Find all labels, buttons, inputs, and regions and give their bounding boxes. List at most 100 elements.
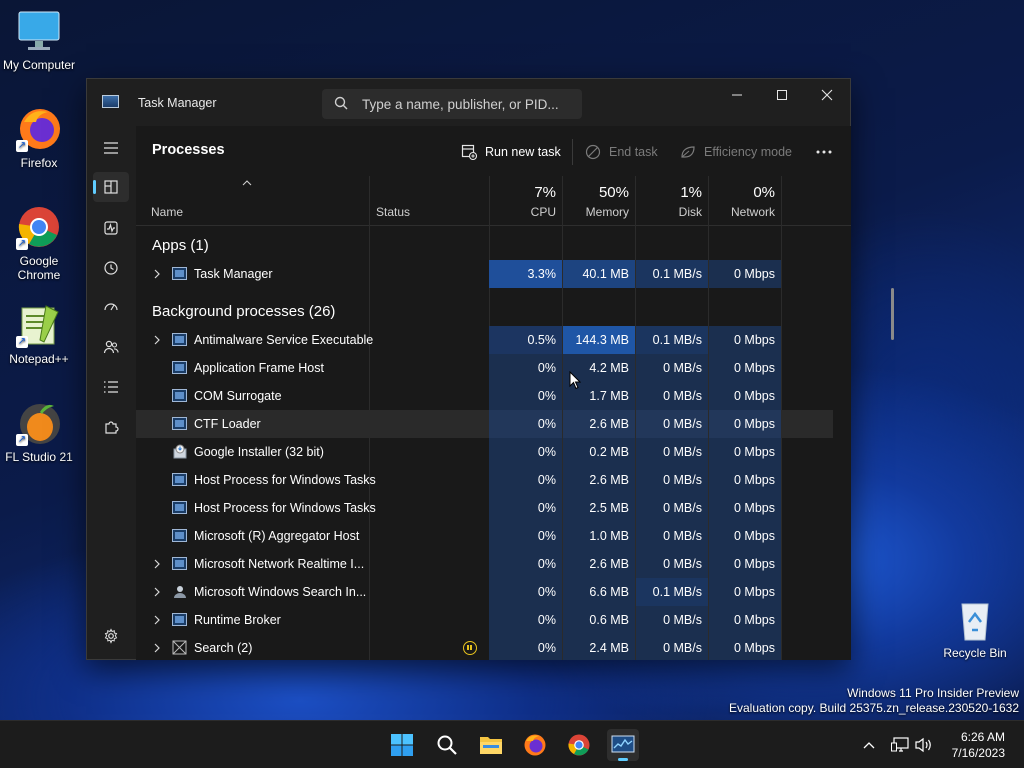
clock[interactable]: 6:26 AM 7/16/2023 <box>952 729 1005 761</box>
disk-cell: 0 MB/s <box>636 382 708 410</box>
table-row[interactable]: Antimalware Service Executable 0.5% 144.… <box>136 326 833 354</box>
desktop-icon-google-chrome[interactable]: ↗ Google Chrome <box>0 204 78 282</box>
hamburger-menu-button[interactable] <box>93 133 129 163</box>
minimize-button[interactable] <box>714 79 760 111</box>
folder-icon <box>480 737 502 754</box>
network-cell: 0 Mbps <box>709 494 781 522</box>
table-row[interactable]: Host Process for Windows Tasks 0% 2.5 MB… <box>136 494 833 522</box>
services-puzzle-icon <box>105 421 119 434</box>
taskbar-chrome[interactable] <box>563 729 595 761</box>
cpu-cell: 0% <box>489 634 562 660</box>
search-box[interactable] <box>322 89 582 119</box>
efficiency-mode-button[interactable]: Efficiency mode <box>680 140 792 164</box>
cpu-cell: 0% <box>489 494 562 522</box>
network-cell: 0 Mbps <box>709 606 781 634</box>
desktop-icon-recycle-bin[interactable]: Recycle Bin <box>936 596 1014 660</box>
table-row[interactable]: CTF Loader 0% 2.6 MB 0 MB/s 0 Mbps <box>136 410 833 438</box>
chevron-right-icon[interactable] <box>152 642 162 654</box>
more-options-button[interactable] <box>816 140 832 164</box>
nav-settings[interactable] <box>93 621 129 651</box>
run-new-task-label: Run new task <box>485 145 561 159</box>
network-cell: 0 Mbps <box>709 550 781 578</box>
taskbar-task-manager[interactable] <box>607 729 639 761</box>
table-row[interactable]: Microsoft (R) Aggregator Host 0% 1.0 MB … <box>136 522 833 550</box>
memory-cell: 1.0 MB <box>563 522 635 550</box>
process-name: Microsoft (R) Aggregator Host <box>194 529 360 543</box>
details-list-icon <box>104 381 118 393</box>
desktop-icon-my-computer[interactable]: My Computer <box>0 8 78 72</box>
memory-cell: 40.1 MB <box>563 260 635 288</box>
table-row[interactable]: Application Frame Host 0% 4.2 MB 0 MB/s … <box>136 354 833 382</box>
table-row[interactable]: Google Installer (32 bit) 0% 0.2 MB 0 MB… <box>136 438 833 466</box>
hamburger-icon <box>104 142 118 154</box>
taskbar: 6:26 AM 7/16/2023 <box>0 720 1024 768</box>
cpu-cell: 0% <box>489 466 562 494</box>
taskbar-search-button[interactable] <box>431 729 463 761</box>
nav-startup-apps[interactable] <box>93 292 129 322</box>
settings-gear-icon <box>104 628 118 644</box>
chevron-right-icon[interactable] <box>152 334 162 346</box>
column-header-name[interactable]: Name <box>136 176 369 226</box>
network-status-button[interactable] <box>889 721 911 768</box>
maximize-button[interactable] <box>759 79 805 111</box>
table-row[interactable]: Microsoft Network Realtime I... 0% 2.6 M… <box>136 550 833 578</box>
column-header-memory[interactable]: 50% Memory <box>563 176 635 226</box>
nav-processes[interactable] <box>93 172 129 202</box>
history-icon <box>104 261 118 275</box>
column-network-label: Network <box>730 205 775 219</box>
taskbar-file-explorer[interactable] <box>475 729 507 761</box>
table-row[interactable]: COM Surrogate 0% 1.7 MB 0 MB/s 0 Mbps <box>136 382 833 410</box>
more-ellipsis-icon <box>816 150 832 154</box>
chevron-right-icon[interactable] <box>152 614 162 626</box>
memory-cell: 0.6 MB <box>563 606 635 634</box>
desktop-icon-notepad-plus-plus[interactable]: ↗ Notepad++ <box>0 302 78 366</box>
disk-cell: 0 MB/s <box>636 494 708 522</box>
process-name: Task Manager <box>194 267 273 281</box>
table-row[interactable]: Task Manager 3.3% 40.1 MB 0.1 MB/s 0 Mbp… <box>136 260 833 288</box>
nav-users[interactable] <box>93 332 129 362</box>
disk-cell: 0 MB/s <box>636 550 708 578</box>
close-button[interactable] <box>804 79 850 111</box>
disk-cell: 0.1 MB/s <box>636 578 708 606</box>
vertical-scrollbar[interactable] <box>891 288 894 340</box>
show-hidden-icons-button[interactable] <box>857 721 881 768</box>
column-header-network[interactable]: 0% Network <box>709 176 781 226</box>
desktop-icon-label: Firefox <box>20 156 58 170</box>
process-icon <box>172 361 187 374</box>
volume-button[interactable] <box>913 721 935 768</box>
chevron-right-icon[interactable] <box>152 558 162 570</box>
taskbar-firefox[interactable] <box>519 729 551 761</box>
nav-services[interactable] <box>93 412 129 442</box>
end-task-button[interactable]: End task <box>585 140 658 164</box>
desktop-icon-fl-studio[interactable]: ↗ FL Studio 21 <box>0 400 78 464</box>
group-header-apps: Apps (1) <box>152 237 209 254</box>
column-header-disk[interactable]: 1% Disk <box>636 176 708 226</box>
nav-details[interactable] <box>93 372 129 402</box>
process-name: Host Process for Windows Tasks <box>194 501 376 515</box>
table-row[interactable]: Host Process for Windows Tasks 0% 2.6 MB… <box>136 466 833 494</box>
table-row[interactable]: Microsoft Windows Search In... 0% 6.6 MB… <box>136 578 833 606</box>
memory-cell: 2.4 MB <box>563 634 635 660</box>
column-disk-label: Disk <box>678 205 702 219</box>
run-new-task-button[interactable]: Run new task <box>461 140 561 164</box>
desktop-icon-firefox[interactable]: ↗ Firefox <box>0 106 78 170</box>
windows-logo-icon <box>391 734 413 756</box>
notepad-plus-plus-icon: ↗ <box>16 302 62 348</box>
table-row[interactable]: Runtime Broker 0% 0.6 MB 0 MB/s 0 Mbps <box>136 606 833 634</box>
nav-performance[interactable] <box>93 213 129 243</box>
chevron-right-icon[interactable] <box>152 586 162 598</box>
memory-cell: 2.6 MB <box>563 550 635 578</box>
title-bar[interactable]: Task Manager <box>87 79 850 127</box>
search-icon <box>437 735 457 755</box>
memory-cell: 2.6 MB <box>563 466 635 494</box>
start-button[interactable] <box>386 729 418 761</box>
recycle-bin-icon <box>952 596 998 642</box>
disk-percent: 1% <box>680 184 702 201</box>
column-header-status[interactable]: Status <box>370 176 489 226</box>
table-row[interactable]: Search (2) 0% 2.4 MB 0 MB/s 0 Mbps <box>136 634 833 660</box>
chevron-right-icon[interactable] <box>152 268 162 280</box>
column-header-cpu[interactable]: 7% CPU <box>489 176 562 226</box>
nav-app-history[interactable] <box>93 253 129 283</box>
mouse-cursor-icon <box>569 371 581 390</box>
search-input[interactable] <box>362 95 572 113</box>
